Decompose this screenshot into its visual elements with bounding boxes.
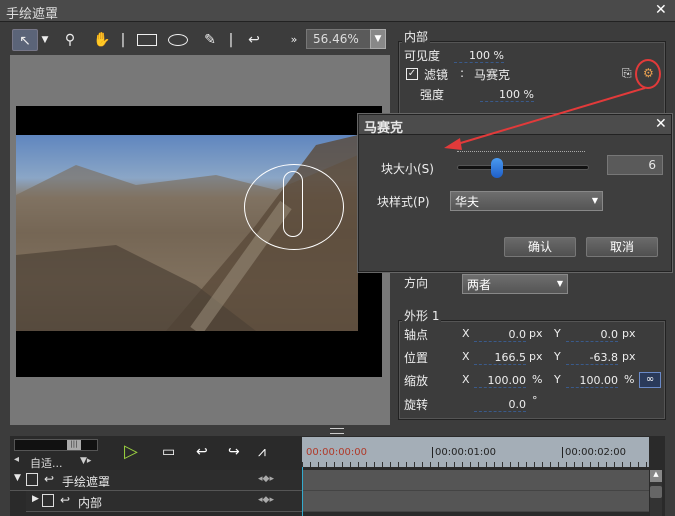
unit: px <box>529 350 543 363</box>
y-label: Y <box>554 373 561 386</box>
play-icon[interactable]: ▷ <box>124 441 138 462</box>
nav-left-icon[interactable]: ◂ <box>14 454 19 465</box>
loop-icon: ↩ <box>44 472 55 486</box>
shape-group-label: 外形 1 <box>402 307 442 324</box>
position-y-field[interactable]: -63.8 <box>566 351 618 365</box>
keyframe-nav-icon[interactable]: ◂◆▸ <box>258 495 274 505</box>
track-lane[interactable] <box>302 491 649 512</box>
ellipse-icon[interactable] <box>166 29 190 51</box>
position-x-field[interactable]: 166.5 <box>474 351 526 365</box>
graph-icon[interactable]: ⩘ <box>258 444 266 460</box>
timecode: 00:00:02:00 <box>562 447 626 458</box>
undo-icon[interactable]: ↩ <box>196 444 208 460</box>
chevron-down-icon: ▼ <box>556 279 563 288</box>
hand-icon[interactable]: ✋ <box>92 29 112 51</box>
block-style-select[interactable]: 华夫 ▼ <box>450 191 603 211</box>
track-row[interactable]: ▼ ↩ 手绘遮罩 ◂◆▸ <box>10 470 302 491</box>
link-icon[interactable]: ∞ <box>639 372 661 388</box>
rectangle-icon[interactable] <box>136 29 158 51</box>
undo-icon[interactable]: ↩ <box>244 29 264 51</box>
expand-icon[interactable]: ▼ <box>14 473 21 483</box>
rotation-field[interactable]: 0.0 <box>474 398 526 412</box>
direction-label: 方向 <box>404 276 429 290</box>
select-arrow-icon[interactable]: ↖ <box>12 29 38 51</box>
scroll-thumb[interactable] <box>650 486 662 498</box>
zoom-slider[interactable]: ||| <box>14 439 98 451</box>
pivot-x-field[interactable]: 0.0 <box>474 328 526 342</box>
filter-checkbox[interactable]: ✓ <box>406 68 418 80</box>
track-lane[interactable] <box>302 470 649 491</box>
expand-icon[interactable]: ▶ <box>32 494 39 504</box>
track-name: 内部 <box>78 496 103 510</box>
direction-value: 两者 <box>467 278 492 292</box>
title-bar: 手绘遮罩 ✕ <box>0 0 675 22</box>
chevron-down-icon[interactable]: ▼ <box>370 29 386 49</box>
more-icon[interactable]: » <box>286 29 302 51</box>
block-size-slider[interactable] <box>457 165 589 170</box>
visibility-label: 可见度 <box>404 49 441 63</box>
redo-icon[interactable]: ↪ <box>228 444 240 460</box>
window-title: 手绘遮罩 <box>6 7 59 22</box>
x-label: X <box>462 327 470 340</box>
loop-icon: ↩ <box>60 493 71 507</box>
track-row[interactable]: ▶ ↩ 内部 ◂◆▸ <box>26 491 302 512</box>
block-size-label: 块大小(S) <box>381 162 434 176</box>
scale-label: 缩放 <box>404 374 429 388</box>
fit-select[interactable]: 自适... <box>30 455 63 471</box>
scrollbar[interactable]: ▲ <box>650 470 662 516</box>
track-checkbox[interactable] <box>26 473 38 486</box>
dialog-title: 马赛克 <box>364 121 404 136</box>
ok-button[interactable]: 确认 <box>504 237 576 257</box>
block-style-value: 华夫 <box>455 195 480 209</box>
pivot-y-field[interactable]: 0.0 <box>566 328 618 342</box>
mask-shape-handle[interactable] <box>283 171 303 237</box>
chevron-down-icon: ▼ <box>591 196 598 205</box>
separator: | <box>120 32 126 48</box>
slider-thumb[interactable] <box>490 158 503 178</box>
direction-select[interactable]: 两者 ▼ <box>462 274 568 294</box>
unit: px <box>622 327 636 340</box>
playhead[interactable] <box>302 467 303 516</box>
rotation-label: 旋转 <box>404 398 429 412</box>
cancel-button[interactable]: 取消 <box>586 237 658 257</box>
scale-y-field[interactable]: 100.00 <box>566 374 618 388</box>
separator: | <box>228 32 234 48</box>
timecode: 00:00:00:00 <box>306 447 368 458</box>
pivot-label: 轴点 <box>404 328 429 342</box>
chevron-down-icon[interactable]: ▼▸ <box>80 456 91 466</box>
filter-colon: : <box>460 66 465 80</box>
unit: px <box>529 327 543 340</box>
block-style-label: 块样式(P) <box>377 195 430 209</box>
magnifier-icon[interactable]: ⚲ <box>60 29 80 51</box>
keyframe-nav-icon[interactable]: ◂◆▸ <box>258 474 274 484</box>
pen-icon[interactable]: ✎ <box>202 29 218 51</box>
chevron-down-icon[interactable]: ▼ <box>40 29 50 51</box>
inner-group-label: 内部 <box>402 28 431 45</box>
y-label: Y <box>554 327 561 340</box>
timecode: 00:00:01:00 <box>432 447 496 458</box>
preview-icon[interactable]: ▭ <box>162 444 175 460</box>
splitter-handle[interactable] <box>330 428 344 434</box>
time-ruler[interactable]: 00:00:00:00 00:00:01:00 00:00:02:00 <box>302 437 649 467</box>
export-icon[interactable]: ⎘ <box>622 66 632 81</box>
x-label: X <box>462 373 470 386</box>
position-label: 位置 <box>404 351 429 365</box>
track-checkbox[interactable] <box>42 494 54 507</box>
unit: ° <box>532 394 538 407</box>
scale-x-field[interactable]: 100.00 <box>474 374 526 388</box>
unit: % <box>532 373 543 386</box>
track-name: 手绘遮罩 <box>62 475 111 489</box>
y-label: Y <box>554 350 561 363</box>
ruler-ticks <box>302 462 649 467</box>
annotation-arrow <box>444 87 646 150</box>
unit: px <box>622 350 636 363</box>
scroll-up-icon[interactable]: ▲ <box>650 470 662 482</box>
close-icon[interactable]: ✕ <box>655 2 667 18</box>
unit: % <box>624 373 635 386</box>
visibility-value[interactable]: 100 % <box>454 49 504 63</box>
x-label: X <box>462 350 470 363</box>
